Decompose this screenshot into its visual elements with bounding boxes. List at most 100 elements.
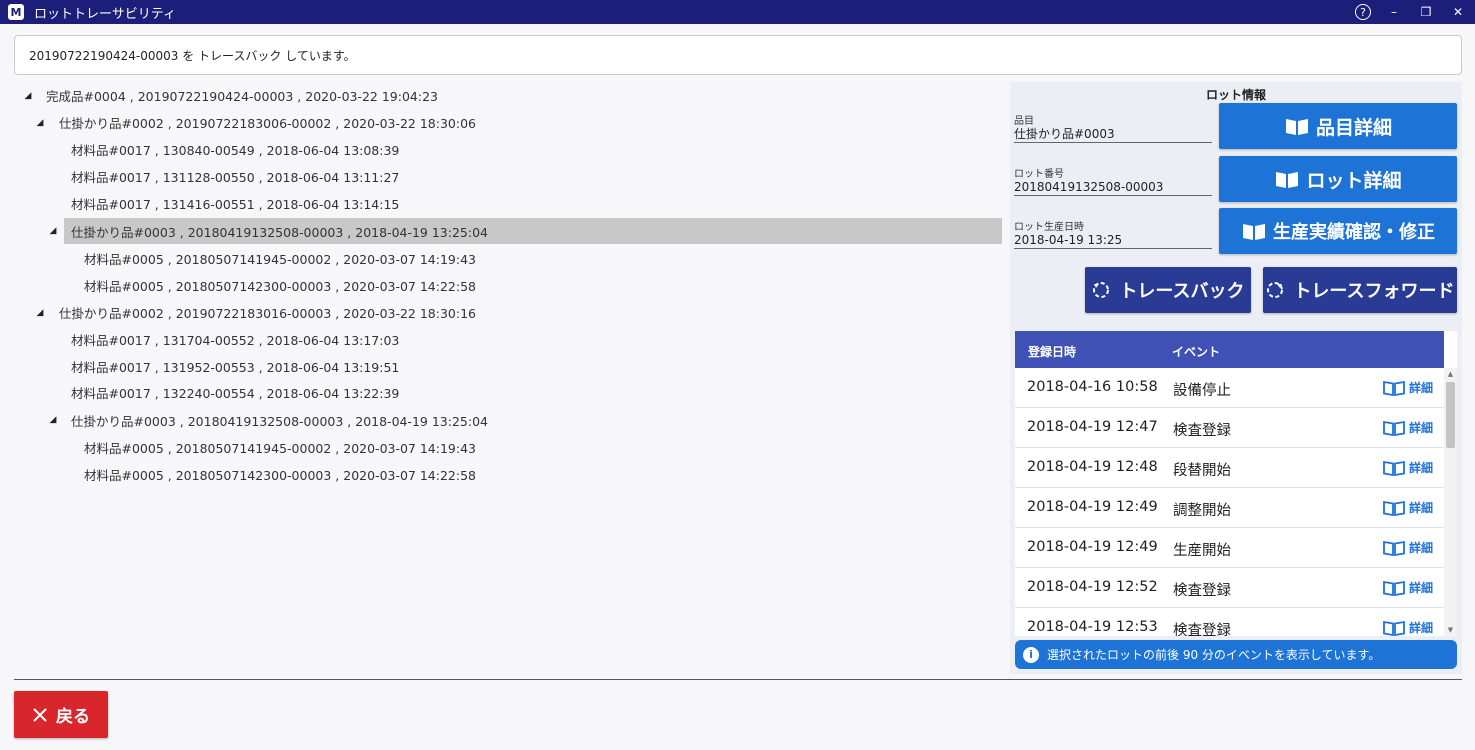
tree-node[interactable]: 材料品#0017 , 131952-00553 , 2018-06-04 13:… xyxy=(71,353,1006,379)
event-datetime: 2018-04-19 12:53 xyxy=(1027,619,1158,635)
tree-node[interactable]: 材料品#0005 , 20180507141945-00002 , 2020-0… xyxy=(84,434,1006,460)
title-bar: M ロットトレーサビリティ ? – ❐ ✕ xyxy=(0,0,1475,24)
event-detail-label: 詳細 xyxy=(1409,501,1434,515)
lot-detail-label: ロット詳細 xyxy=(1306,169,1402,192)
tree-node-label: 材料品#0017 , 131952-00553 , 2018-06-04 13:… xyxy=(71,359,400,375)
restore-icon[interactable]: ❐ xyxy=(1417,3,1435,21)
tree-node-label: 仕掛かり品#0003 , 20180419132508-00003 , 2018… xyxy=(71,413,488,429)
event-detail-label: 詳細 xyxy=(1409,461,1434,475)
tree-node-label: 材料品#0005 , 20180507142300-00003 , 2020-0… xyxy=(84,467,476,483)
book-icon xyxy=(1383,460,1405,476)
tree-node-selected[interactable]: 仕掛かり品#0003 , 20180419132508-00003 , 2018… xyxy=(64,218,1002,244)
tree-toggle-icon[interactable]: ◢ xyxy=(35,308,45,318)
tree-toggle-icon[interactable]: ◢ xyxy=(23,91,33,101)
item-value: 仕掛かり品#0003 xyxy=(1014,127,1115,141)
event-row: 2018-04-19 12:47 検査登録 詳細 xyxy=(1015,408,1444,448)
scroll-thumb[interactable] xyxy=(1446,382,1455,448)
tree-node[interactable]: 材料品#0017 , 131128-00550 , 2018-06-04 13:… xyxy=(71,163,1006,189)
book-icon xyxy=(1383,380,1405,396)
traceback-label: トレースバック xyxy=(1119,281,1245,302)
event-detail-link[interactable]: 詳細 xyxy=(1383,619,1433,636)
tree-node-label: 完成品#0004 , 20190722190424-00003 , 2020-0… xyxy=(46,88,438,104)
close-icon[interactable]: ✕ xyxy=(1449,3,1467,21)
book-icon xyxy=(1383,580,1405,596)
event-row: 2018-04-19 12:48 段替開始 詳細 xyxy=(1015,448,1444,488)
tree-node-label: 材料品#0017 , 131416-00551 , 2018-06-04 13:… xyxy=(71,196,400,212)
tree-node[interactable]: 完成品#0004 , 20190722190424-00003 , 2020-0… xyxy=(46,82,1006,108)
tree-node[interactable]: 材料品#0005 , 20180507142300-00003 , 2020-0… xyxy=(84,272,1006,298)
col-event-header: イベント xyxy=(1172,345,1221,359)
book-icon xyxy=(1383,420,1405,436)
tree-node[interactable]: 仕掛かり品#0003 , 20180419132508-00003 , 2018… xyxy=(71,407,1006,433)
scroll-up-icon[interactable]: ▲ xyxy=(1444,368,1457,380)
event-scrollbar[interactable]: ▲ ▼ xyxy=(1444,368,1457,636)
event-name: 検査登録 xyxy=(1173,423,1231,439)
production-date-label: ロット生産日時 xyxy=(1014,222,1084,233)
lot-info-panel: ロット情報 品目 仕掛かり品#0003 ロット番号 20180419132508… xyxy=(1010,82,1462,674)
back-button[interactable]: 戻る xyxy=(14,691,108,738)
event-row: 2018-04-19 12:49 調整開始 詳細 xyxy=(1015,488,1444,528)
event-name: 設備停止 xyxy=(1173,383,1231,399)
app-logo-icon: M xyxy=(8,4,24,20)
event-detail-link[interactable]: 詳細 xyxy=(1383,419,1433,436)
tree-node-label: 材料品#0017 , 131128-00550 , 2018-06-04 13:… xyxy=(71,169,400,185)
tree-node[interactable]: 材料品#0005 , 20180507141945-00002 , 2020-0… xyxy=(84,245,1006,271)
event-row: 2018-04-19 12:49 生産開始 詳細 xyxy=(1015,528,1444,568)
tree-toggle-icon[interactable]: ◢ xyxy=(48,415,58,425)
scroll-down-icon[interactable]: ▼ xyxy=(1444,624,1457,636)
tree-node-label: 材料品#0005 , 20180507142300-00003 , 2020-0… xyxy=(84,278,476,294)
tree-node[interactable]: 材料品#0017 , 130840-00549 , 2018-06-04 13:… xyxy=(71,136,1006,162)
lot-info-title: ロット情報 xyxy=(1205,88,1266,102)
item-detail-button[interactable]: 品目詳細 xyxy=(1219,103,1457,149)
tree-node[interactable]: 仕掛かり品#0002 , 20190722183016-00003 , 2020… xyxy=(59,299,1006,325)
production-date-field: ロット生産日時 2018-04-19 13:25 xyxy=(1014,222,1212,249)
window-controls: ? – ❐ ✕ xyxy=(1355,0,1467,24)
item-detail-label: 品目詳細 xyxy=(1315,116,1392,139)
tree-node-label: 材料品#0017 , 131704-00552 , 2018-06-04 13:… xyxy=(71,332,400,348)
event-row: 2018-04-19 12:52 検査登録 詳細 xyxy=(1015,568,1444,608)
tree-node[interactable]: 材料品#0005 , 20180507142300-00003 , 2020-0… xyxy=(84,461,1006,487)
event-table: 登録日時 イベント 2018-04-16 10:58 設備停止 詳細 2018-… xyxy=(1015,331,1457,636)
event-datetime: 2018-04-19 12:49 xyxy=(1027,539,1158,555)
event-detail-link[interactable]: 詳細 xyxy=(1383,539,1433,556)
book-icon xyxy=(1383,540,1405,556)
tree-node-label: 仕掛かり品#0002 , 20190722183006-00002 , 2020… xyxy=(59,115,476,131)
event-detail-link[interactable]: 詳細 xyxy=(1383,459,1433,476)
event-table-header: 登録日時 イベント xyxy=(1015,331,1444,368)
event-detail-label: 詳細 xyxy=(1409,421,1434,435)
tree-toggle-icon[interactable]: ◢ xyxy=(35,118,45,128)
event-name: 調整開始 xyxy=(1173,503,1231,519)
lot-number-field: ロット番号 20180419132508-00003 xyxy=(1014,169,1212,196)
tree-node-label: 材料品#0005 , 20180507141945-00002 , 2020-0… xyxy=(84,440,476,456)
traceback-button[interactable]: トレースバック xyxy=(1085,267,1251,313)
traceforward-button[interactable]: トレースフォワード xyxy=(1263,267,1457,313)
event-row: 2018-04-16 10:58 設備停止 詳細 xyxy=(1015,368,1444,408)
event-detail-label: 詳細 xyxy=(1409,621,1434,635)
refresh-icon xyxy=(1091,280,1111,300)
tree-node[interactable]: 材料品#0017 , 131416-00551 , 2018-06-04 13:… xyxy=(71,190,1006,216)
event-datetime: 2018-04-19 12:52 xyxy=(1027,579,1158,595)
minimize-icon[interactable]: – xyxy=(1385,3,1403,21)
book-icon xyxy=(1274,169,1300,189)
event-detail-link[interactable]: 詳細 xyxy=(1383,499,1433,516)
production-record-button[interactable]: 生産実績確認・修正 xyxy=(1219,208,1457,254)
tree-node-label: 材料品#0005 , 20180507141945-00002 , 2020-0… xyxy=(84,251,476,267)
event-detail-label: 詳細 xyxy=(1409,541,1434,555)
tree-node[interactable]: 材料品#0017 , 132240-00554 , 2018-06-04 13:… xyxy=(71,379,1006,405)
item-field: 品目 仕掛かり品#0003 xyxy=(1014,116,1212,143)
event-detail-link[interactable]: 詳細 xyxy=(1383,579,1433,596)
event-name: 検査登録 xyxy=(1173,623,1231,636)
tree-toggle-icon[interactable]: ◢ xyxy=(48,226,58,236)
lot-detail-button[interactable]: ロット詳細 xyxy=(1219,156,1457,202)
refresh-icon xyxy=(1265,280,1285,300)
tree-node[interactable]: 仕掛かり品#0002 , 20190722183006-00002 , 2020… xyxy=(59,109,1006,135)
footer-divider xyxy=(14,679,1462,680)
help-icon[interactable]: ? xyxy=(1355,4,1371,20)
event-detail-label: 詳細 xyxy=(1409,381,1434,395)
info-message-bar: i 選択されたロットの前後 90 分のイベントを表示しています。 xyxy=(1015,640,1457,669)
traceforward-label: トレースフォワード xyxy=(1293,281,1455,302)
event-detail-link[interactable]: 詳細 xyxy=(1383,379,1433,396)
tree-node[interactable]: 材料品#0017 , 131704-00552 , 2018-06-04 13:… xyxy=(71,326,1006,352)
event-datetime: 2018-04-19 12:49 xyxy=(1027,499,1158,515)
book-icon xyxy=(1284,116,1310,136)
